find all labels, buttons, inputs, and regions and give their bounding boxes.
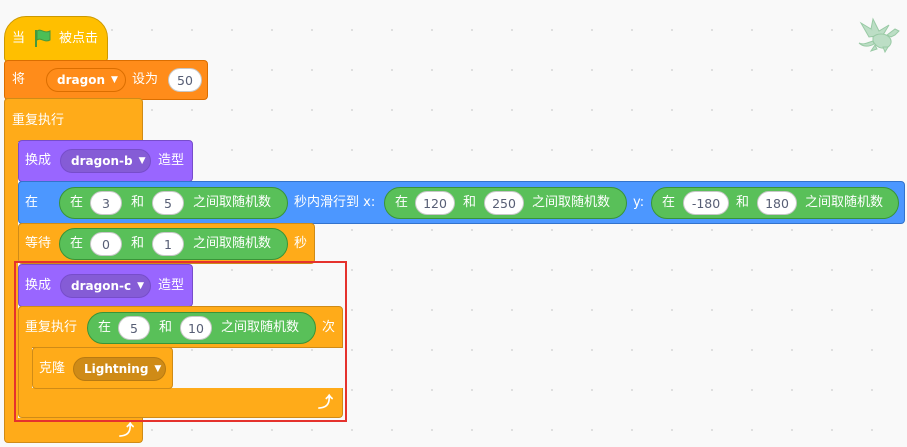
random-pre: 在	[395, 195, 409, 210]
chevron-down-icon: ▼	[138, 156, 146, 166]
hat-suffix: 被点击	[59, 31, 99, 46]
random-y-reporter[interactable]: 在 -180 和 180 之间取随机数	[651, 187, 899, 219]
highlight-box	[14, 261, 347, 422]
variable-name: dragon	[57, 73, 105, 87]
green-flag-icon	[35, 29, 51, 47]
random-to-input[interactable]: 180	[757, 191, 797, 215]
switch-costume-block[interactable]: 换成 dragon-b ▼ 造型	[18, 140, 193, 182]
random-post: 之间取随机数	[532, 195, 611, 210]
set-middle: 设为	[132, 72, 159, 87]
random-and: 和	[131, 236, 145, 251]
glide-to-xy-block[interactable]: 在 在 3 和 5 之间取随机数 秒内滑行到 x: 在 120 和 250 之间…	[18, 181, 905, 224]
glide-y-label: y:	[633, 195, 645, 210]
random-wait-reporter[interactable]: 在 0 和 1 之间取随机数	[59, 228, 288, 260]
random-time-reporter[interactable]: 在 3 和 5 之间取随机数	[59, 187, 288, 219]
set-variable-block[interactable]: 将 dragon ▼ 设为 50	[4, 60, 208, 100]
forever-label: 重复执行	[12, 113, 65, 128]
random-and: 和	[131, 195, 145, 210]
random-pre: 在	[70, 236, 84, 251]
wait-suffix: 秒	[294, 236, 308, 251]
random-to-input[interactable]: 5	[152, 191, 184, 215]
random-from-input[interactable]: 120	[415, 191, 455, 215]
set-value-input[interactable]: 50	[168, 68, 202, 92]
forever-block-top[interactable]: 重复执行	[4, 98, 143, 142]
chevron-down-icon: ▼	[110, 75, 118, 85]
when-flag-clicked-block[interactable]: 当 被点击	[4, 16, 108, 62]
switch-prefix: 换成	[25, 153, 52, 168]
hat-prefix: 当	[12, 31, 26, 46]
random-from-input[interactable]: 3	[90, 191, 122, 215]
random-post: 之间取随机数	[193, 236, 272, 251]
glide-middle: 秒内滑行到 x:	[294, 195, 376, 210]
glide-prefix: 在	[25, 195, 39, 210]
set-prefix: 将	[12, 72, 26, 87]
random-pre: 在	[70, 195, 84, 210]
wait-block[interactable]: 等待 在 0 和 1 之间取随机数 秒	[18, 223, 315, 264]
variable-dropdown[interactable]: dragon ▼	[46, 68, 126, 92]
random-and: 和	[463, 195, 477, 210]
wait-prefix: 等待	[25, 236, 52, 251]
loop-arrow-icon: ⤴	[119, 421, 135, 439]
dragon-sprite-icon	[858, 17, 900, 53]
random-pre: 在	[662, 195, 676, 210]
costume-dropdown[interactable]: dragon-b ▼	[60, 149, 151, 173]
switch-suffix: 造型	[158, 153, 185, 168]
random-from-input[interactable]: 0	[90, 232, 122, 256]
random-and: 和	[736, 195, 750, 210]
random-to-input[interactable]: 1	[152, 232, 184, 256]
random-to-input[interactable]: 250	[484, 191, 524, 215]
random-from-input[interactable]: -180	[683, 191, 729, 215]
random-post: 之间取随机数	[193, 195, 272, 210]
random-x-reporter[interactable]: 在 120 和 250 之间取随机数	[384, 187, 627, 219]
random-post: 之间取随机数	[805, 195, 884, 210]
costume-name: dragon-b	[71, 154, 133, 168]
